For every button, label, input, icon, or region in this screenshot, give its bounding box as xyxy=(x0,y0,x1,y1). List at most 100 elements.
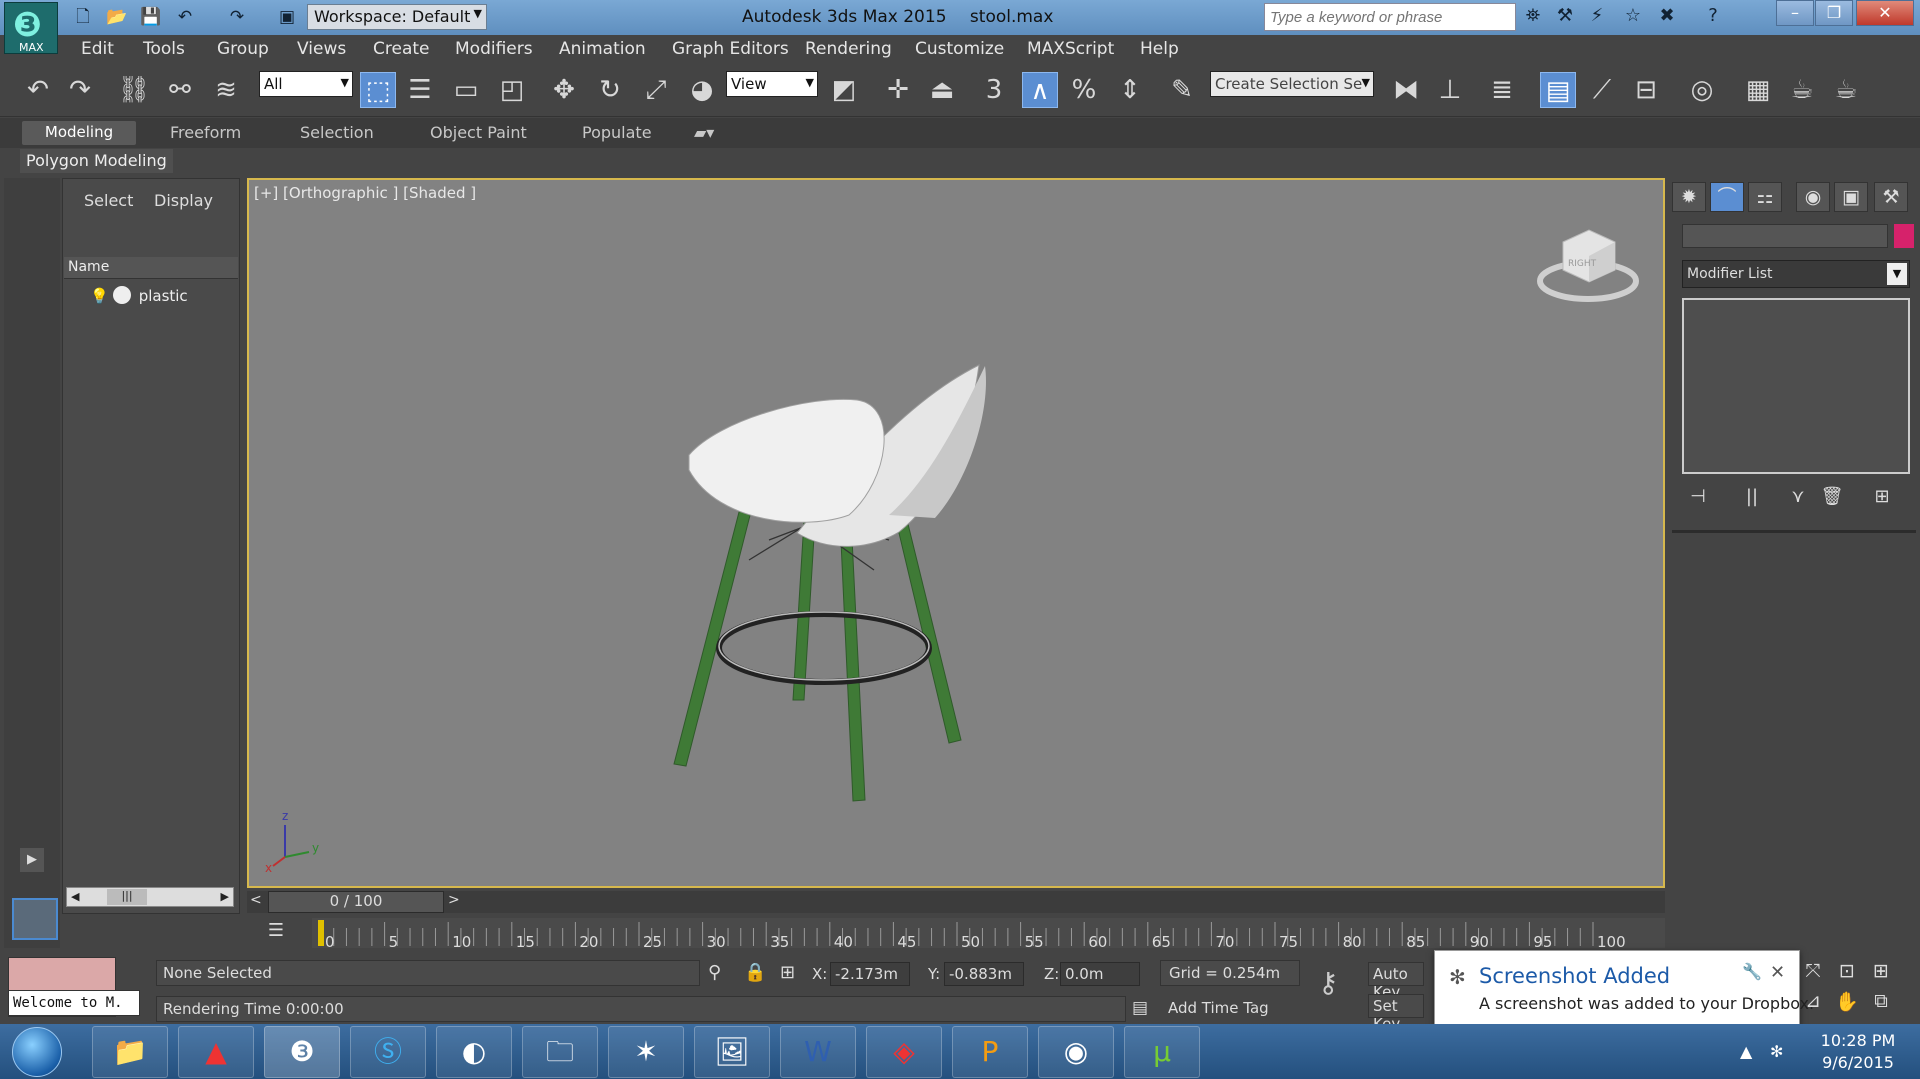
polygon-modeling-panel[interactable]: Polygon Modeling xyxy=(20,149,173,173)
maxscript-listener-output[interactable]: Welcome to M. xyxy=(8,990,140,1016)
angle-snap-icon[interactable]: ∧ xyxy=(1022,72,1058,108)
y-coordinate-field[interactable]: -0.883m xyxy=(944,962,1024,986)
tab-modeling[interactable]: Modeling xyxy=(22,121,136,145)
workspace-dropdown[interactable]: Workspace: Default ▼ xyxy=(307,4,487,30)
rendered-frame-window-icon[interactable]: ☕ xyxy=(1784,72,1820,108)
menu-rendering[interactable]: Rendering xyxy=(805,39,892,59)
powerpoint-icon[interactable]: P xyxy=(952,1026,1028,1078)
mirror-icon[interactable]: ⧓ xyxy=(1388,72,1424,108)
layer-manager-icon[interactable]: ≣ xyxy=(1484,72,1520,108)
lightbulb-icon[interactable]: 💡 xyxy=(90,287,109,305)
z-coordinate-field[interactable]: 0.0m xyxy=(1060,962,1140,986)
zbrush-icon[interactable]: ✶ xyxy=(608,1026,684,1078)
maximize-button[interactable]: ❐ xyxy=(1815,0,1853,26)
object-name-field[interactable] xyxy=(1682,224,1888,248)
open-file-icon[interactable]: 📂 xyxy=(106,6,128,28)
object-color-swatch[interactable] xyxy=(1894,224,1914,248)
name-column-header[interactable]: Name xyxy=(64,257,238,279)
unlink-selection-icon[interactable]: ⚯ xyxy=(162,72,198,108)
chrome-icon[interactable]: ◉ xyxy=(1038,1026,1114,1078)
undo-icon[interactable]: ↶ xyxy=(174,6,196,28)
zoom-icon[interactable]: ⤧ xyxy=(1800,960,1826,986)
schematic-view-icon[interactable]: ⊟ xyxy=(1628,72,1664,108)
selection-filter-dropdown[interactable]: All ▼ xyxy=(259,71,353,97)
list-item[interactable]: 💡 plastic xyxy=(90,286,188,308)
scroll-left-icon[interactable]: ◀ xyxy=(71,890,79,903)
modify-panel-icon[interactable]: ⌒ xyxy=(1710,182,1744,212)
select-and-scale-icon[interactable]: ⤢ xyxy=(638,72,674,108)
keyword-search-input[interactable] xyxy=(1264,3,1516,31)
photo-viewer-icon[interactable]: 🖼 xyxy=(694,1026,770,1078)
render-production-icon[interactable]: ☕ xyxy=(1828,72,1864,108)
material-editor-icon[interactable]: ◎ xyxy=(1684,72,1720,108)
tab-selection[interactable]: Selection xyxy=(300,123,374,142)
show-end-result-icon[interactable]: || xyxy=(1738,486,1766,510)
viewport-orthographic[interactable]: RIGHT z y x xyxy=(247,178,1665,888)
maximize-viewport-icon[interactable]: ⧉ xyxy=(1868,990,1894,1016)
select-and-rotate-icon[interactable]: ↻ xyxy=(592,72,628,108)
zoom-extents-all-icon[interactable]: ⊞ xyxy=(1868,960,1894,986)
viewport-label[interactable]: [+] [Orthographic ] [Shaded ] xyxy=(254,184,476,202)
exchange-icon[interactable]: ✖ xyxy=(1654,5,1680,29)
close-icon[interactable]: ✕ xyxy=(1770,962,1785,983)
skype-icon[interactable]: Ⓢ xyxy=(350,1026,426,1078)
menu-views[interactable]: Views xyxy=(297,39,346,59)
make-unique-icon[interactable]: ⋎ xyxy=(1784,486,1812,510)
mini-curve-editor-icon[interactable]: ☰ xyxy=(262,920,290,946)
file-explorer-icon[interactable]: 📁 xyxy=(92,1026,168,1078)
close-button[interactable]: ✕ xyxy=(1856,0,1914,26)
hierarchy-panel-icon[interactable]: ⚏ xyxy=(1748,182,1782,212)
menu-edit[interactable]: Edit xyxy=(81,39,114,59)
menu-create[interactable]: Create xyxy=(373,39,430,59)
redo-icon[interactable]: ↷ xyxy=(62,72,98,108)
menu-maxscript[interactable]: MAXScript xyxy=(1027,39,1114,59)
project-folder-icon[interactable]: ▣ xyxy=(276,6,298,28)
sketchup-icon[interactable]: ◈ xyxy=(866,1026,942,1078)
3ds-max-taskbar-icon[interactable]: ❸ xyxy=(264,1026,340,1078)
edit-named-selection-icon[interactable]: ✎ xyxy=(1164,72,1200,108)
menu-customize[interactable]: Customize xyxy=(915,39,1004,59)
explorer-toggle-button[interactable] xyxy=(12,898,58,940)
menu-animation[interactable]: Animation xyxy=(559,39,646,59)
next-frame-icon[interactable]: > xyxy=(448,892,464,912)
explorer-select-menu[interactable]: Select xyxy=(84,191,133,210)
tab-object-paint[interactable]: Object Paint xyxy=(430,123,527,142)
absolute-mode-icon[interactable]: ⊞ xyxy=(780,962,795,983)
time-tag-icon[interactable]: ▤ xyxy=(1132,998,1148,1018)
zoom-extents-icon[interactable]: ⊡ xyxy=(1834,960,1860,986)
new-scene-icon[interactable]: 🗋 xyxy=(72,6,94,28)
viewcube[interactable]: RIGHT xyxy=(1537,229,1639,302)
select-object-icon[interactable]: ⬚ xyxy=(360,72,396,108)
add-time-tag[interactable]: Add Time Tag xyxy=(1160,996,1300,1022)
scroll-right-icon[interactable]: ▶ xyxy=(221,890,229,903)
minimize-button[interactable]: – xyxy=(1776,0,1814,26)
toggle-ribbon-icon[interactable]: ▤ xyxy=(1540,72,1576,108)
select-and-place-icon[interactable]: ◕ xyxy=(684,72,720,108)
set-key-button[interactable]: Set Key xyxy=(1368,994,1424,1033)
utilities-panel-icon[interactable]: ⚒ xyxy=(1874,182,1908,212)
isolate-selection-icon[interactable]: ⚲ xyxy=(708,962,721,983)
align-icon[interactable]: ⊥ xyxy=(1432,72,1468,108)
select-and-link-icon[interactable]: ⛓ xyxy=(116,72,152,108)
configure-modifier-sets-icon[interactable]: ⊞ xyxy=(1868,486,1896,510)
autocad-icon[interactable]: ▲ xyxy=(178,1026,254,1078)
save-file-icon[interactable]: 💾 xyxy=(140,6,162,28)
auto-key-button[interactable]: Auto Key xyxy=(1368,962,1424,1001)
key-icon[interactable]: ⚷ xyxy=(1318,966,1358,1006)
snaps-toggle-button[interactable]: 3 xyxy=(976,72,1012,108)
favorites-star-icon[interactable]: ☆ xyxy=(1620,5,1646,29)
current-frame-marker[interactable] xyxy=(318,920,324,946)
select-by-name-icon[interactable]: ☰ xyxy=(402,72,438,108)
word-icon[interactable]: W xyxy=(780,1026,856,1078)
create-panel-icon[interactable]: ✹ xyxy=(1672,182,1706,212)
previous-frame-icon[interactable]: < xyxy=(250,892,266,912)
pin-stack-icon[interactable]: ⊣ xyxy=(1684,486,1712,510)
curve-editor-icon[interactable]: ⟋ xyxy=(1584,72,1620,108)
redo-icon[interactable]: ↷ xyxy=(226,6,248,28)
time-slider-thumb[interactable]: 0 / 100 xyxy=(268,891,444,913)
undo-icon[interactable]: ↶ xyxy=(20,72,56,108)
communication-icon[interactable]: ⚡ xyxy=(1584,5,1610,29)
x-coordinate-field[interactable]: -2.173m xyxy=(830,962,910,986)
render-setup-icon[interactable]: ▦ xyxy=(1740,72,1776,108)
play-icon[interactable]: ▶ xyxy=(20,848,44,872)
